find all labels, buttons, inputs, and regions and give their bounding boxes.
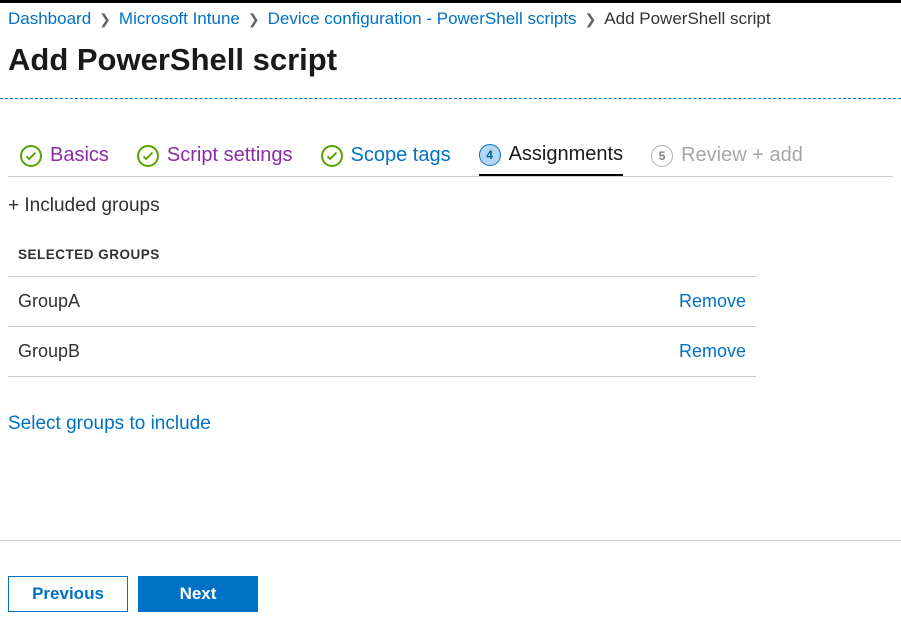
- selected-groups-header: SELECTED GROUPS: [8, 217, 893, 276]
- table-row: GroupA Remove: [8, 276, 756, 326]
- page-title: Add PowerShell script: [0, 36, 901, 98]
- wizard-tabs: Basics Script settings Scope tags 4 Assi…: [0, 99, 901, 176]
- step-number-icon: 5: [651, 145, 673, 167]
- included-groups-toggle[interactable]: + Included groups: [8, 195, 893, 217]
- selected-groups-table: GroupA Remove GroupB Remove: [8, 276, 756, 377]
- group-name: GroupB: [18, 341, 80, 362]
- previous-button[interactable]: Previous: [8, 576, 128, 612]
- chevron-right-icon: ❯: [246, 11, 262, 28]
- checkmark-icon: [137, 145, 159, 167]
- tab-label: Review + add: [681, 144, 803, 167]
- tab-label: Assignments: [509, 143, 624, 166]
- tab-script-settings[interactable]: Script settings: [137, 144, 293, 175]
- breadcrumb-intune[interactable]: Microsoft Intune: [119, 9, 240, 29]
- breadcrumb-device-config[interactable]: Device configuration - PowerShell script…: [268, 9, 577, 29]
- tab-label: Basics: [50, 144, 109, 167]
- breadcrumb: Dashboard ❯ Microsoft Intune ❯ Device co…: [0, 3, 901, 36]
- chevron-right-icon: ❯: [583, 11, 599, 28]
- tab-label: Script settings: [167, 144, 293, 167]
- select-groups-link[interactable]: Select groups to include: [8, 377, 211, 435]
- wizard-footer: Previous Next: [8, 576, 258, 612]
- tab-review-add[interactable]: 5 Review + add: [651, 144, 803, 175]
- remove-group-link[interactable]: Remove: [679, 291, 746, 312]
- breadcrumb-dashboard[interactable]: Dashboard: [8, 9, 91, 29]
- chevron-right-icon: ❯: [97, 11, 113, 28]
- tab-scope-tags[interactable]: Scope tags: [321, 144, 451, 175]
- remove-group-link[interactable]: Remove: [679, 341, 746, 362]
- tab-assignments[interactable]: 4 Assignments: [479, 143, 624, 176]
- tab-basics[interactable]: Basics: [20, 144, 109, 175]
- footer-divider: [0, 540, 901, 541]
- checkmark-icon: [321, 145, 343, 167]
- checkmark-icon: [20, 145, 42, 167]
- step-number-icon: 4: [479, 144, 501, 166]
- tab-label: Scope tags: [351, 144, 451, 167]
- next-button[interactable]: Next: [138, 576, 258, 612]
- group-name: GroupA: [18, 291, 80, 312]
- table-row: GroupB Remove: [8, 326, 756, 377]
- breadcrumb-current: Add PowerShell script: [604, 9, 770, 29]
- assignments-section: + Included groups SELECTED GROUPS GroupA…: [0, 177, 901, 435]
